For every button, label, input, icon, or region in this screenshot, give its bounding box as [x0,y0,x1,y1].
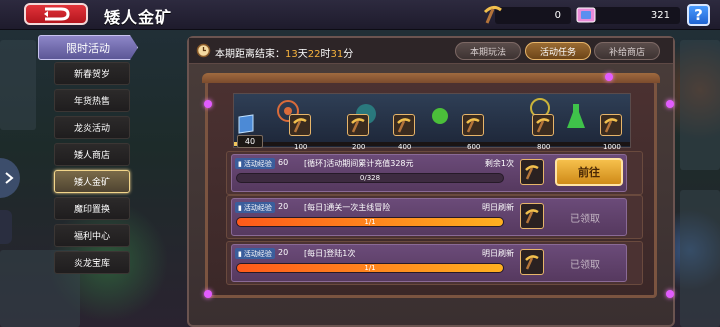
go-button[interactable]: 前往 [555,158,623,186]
task-reward-slot[interactable] [520,249,544,275]
exp-book-icon [238,114,254,134]
milestone-reward-slot[interactable] [347,114,369,136]
sidebar-item-dwarf-mine[interactable]: 矮人金矿 [54,170,130,193]
milestone-tick-label: 1000 [603,143,621,151]
milestone-tick-label: 200 [352,143,366,151]
task-row-login: ▮ 活动经验 20 [每日]登陆1次 明日刷新 1/1 已领取 [231,244,627,282]
gem-card-icon [574,3,598,27]
pickaxe-icon [525,165,539,180]
task-reward-slot[interactable] [520,203,544,229]
exp-value: 20 [278,202,289,211]
pickaxe-icon [293,118,307,133]
exp-book-icon: ▮ [238,159,242,168]
top-bar: 矮人金矿 0 321 ? [0,0,720,30]
milestone-reward-slot[interactable] [532,114,554,136]
pickaxe-icon [536,118,550,133]
gem-currency: 321 [576,7,680,24]
task-progress-bar: 1/1 [236,263,504,273]
milestone-tick-label: 800 [537,143,551,151]
sidebar-title: 限时活动 [38,35,138,60]
pickaxe-icon [525,209,539,224]
panel-header: 本期距离结束：13天22时31分 本期玩法 活动任务 补给商店 [189,38,673,64]
orb-decoration [666,290,674,298]
tab-supply-shop[interactable]: 补给商店 [594,42,660,60]
exp-badge: ▮ 活动经验 [235,158,275,169]
milestone-tick-label: 400 [398,143,412,151]
tab-event-tasks[interactable]: 活动任务 [525,42,591,60]
exp-book-icon: ▮ [238,249,242,258]
task-name: [每日]通关一次主线冒险 [304,203,391,212]
sidebar-item-dwarf-shop[interactable]: 矮人商店 [54,143,130,166]
milestone-reward-slot[interactable] [600,114,622,136]
pickaxe-icon [604,118,618,133]
sidebar-item-welfare[interactable]: 福利中心 [54,224,130,247]
pickaxe-icon [525,255,539,270]
task-name: [循环]活动期间累计充值328元 [304,159,414,168]
claimed-label: 已领取 [570,260,600,271]
potion-flask-icon [567,104,585,128]
task-progress-text: 1/1 [364,264,376,272]
task-progress-text: 1/1 [364,218,376,226]
exp-value: 20 [278,248,289,257]
task-status: 剩余1次 [484,159,514,168]
task-reward-slot[interactable] [520,159,544,185]
exp-value: 60 [278,158,289,167]
milestone-reward-slot[interactable] [393,114,415,136]
pickaxe-currency: 0 [483,5,571,24]
milestone-reward-slot[interactable] [462,114,484,136]
gem-count: 321 [650,10,670,21]
task-status: 明日刷新 [482,203,514,212]
orb-decoration [204,290,212,298]
orb-decoration [204,100,212,108]
claimed-label: 已领取 [570,214,600,225]
orb-decoration [666,100,674,108]
pickaxe-icon [351,118,365,133]
sidebar-item-seal-exchange[interactable]: 魔印置换 [54,197,130,220]
exp-book-icon: ▮ [238,203,242,212]
countdown-text: 本期距离结束：13天22时31分 [215,49,354,60]
milestone-reward-slot[interactable] [289,114,311,136]
pickaxe-icon [466,118,480,133]
back-arrow-icon [44,7,70,21]
pickaxe-icon [397,118,411,133]
tab-gameplay[interactable]: 本期玩法 [455,42,521,60]
page-title: 矮人金矿 [104,8,173,27]
task-progress-bar: 1/1 [236,217,504,227]
task-name: [每日]登陆1次 [304,249,356,258]
task-row-main-quest: ▮ 活动经验 20 [每日]通关一次主线冒险 明日刷新 1/1 已领取 [231,198,627,236]
orb-decoration [605,73,613,81]
task-row-recharge: ▮ 活动经验 60 [循环]活动期间累计充值328元 剩余1次 0/328 前往 [231,154,627,192]
pickaxe-count: 0 [554,10,561,21]
task-progress-text: 0/328 [359,174,381,182]
task-progress-bar: 0/328 [236,173,504,183]
sidebar-menu: 新春贺岁 年货热售 龙炎活动 矮人商店 矮人金矿 魔印置换 福利中心 炎龙宝库 [54,62,130,278]
side-tab-handle[interactable] [0,210,12,244]
exp-badge: ▮ 活动经验 [235,202,275,213]
task-status: 明日刷新 [482,249,514,258]
milestone-tick-label: 100 [294,143,308,151]
sidebar-item-dragon-event[interactable]: 龙炎活动 [54,116,130,139]
sidebar-item-goods-sale[interactable]: 年货热售 [54,89,130,112]
back-button[interactable] [24,3,88,25]
sidebar-item-new-year[interactable]: 新春贺岁 [54,62,130,85]
sidebar-item-dragon-vault[interactable]: 炎龙宝库 [54,251,130,274]
milestone-start-value: 40 [237,135,263,148]
chevron-right-icon [5,172,14,184]
pickaxe-icon [481,3,505,27]
clock-icon [196,43,211,61]
milestone-tick-label: 600 [467,143,481,151]
exp-badge: ▮ 活动经验 [235,248,275,259]
green-potion-icon [432,108,448,124]
help-button[interactable]: ? [687,4,710,26]
